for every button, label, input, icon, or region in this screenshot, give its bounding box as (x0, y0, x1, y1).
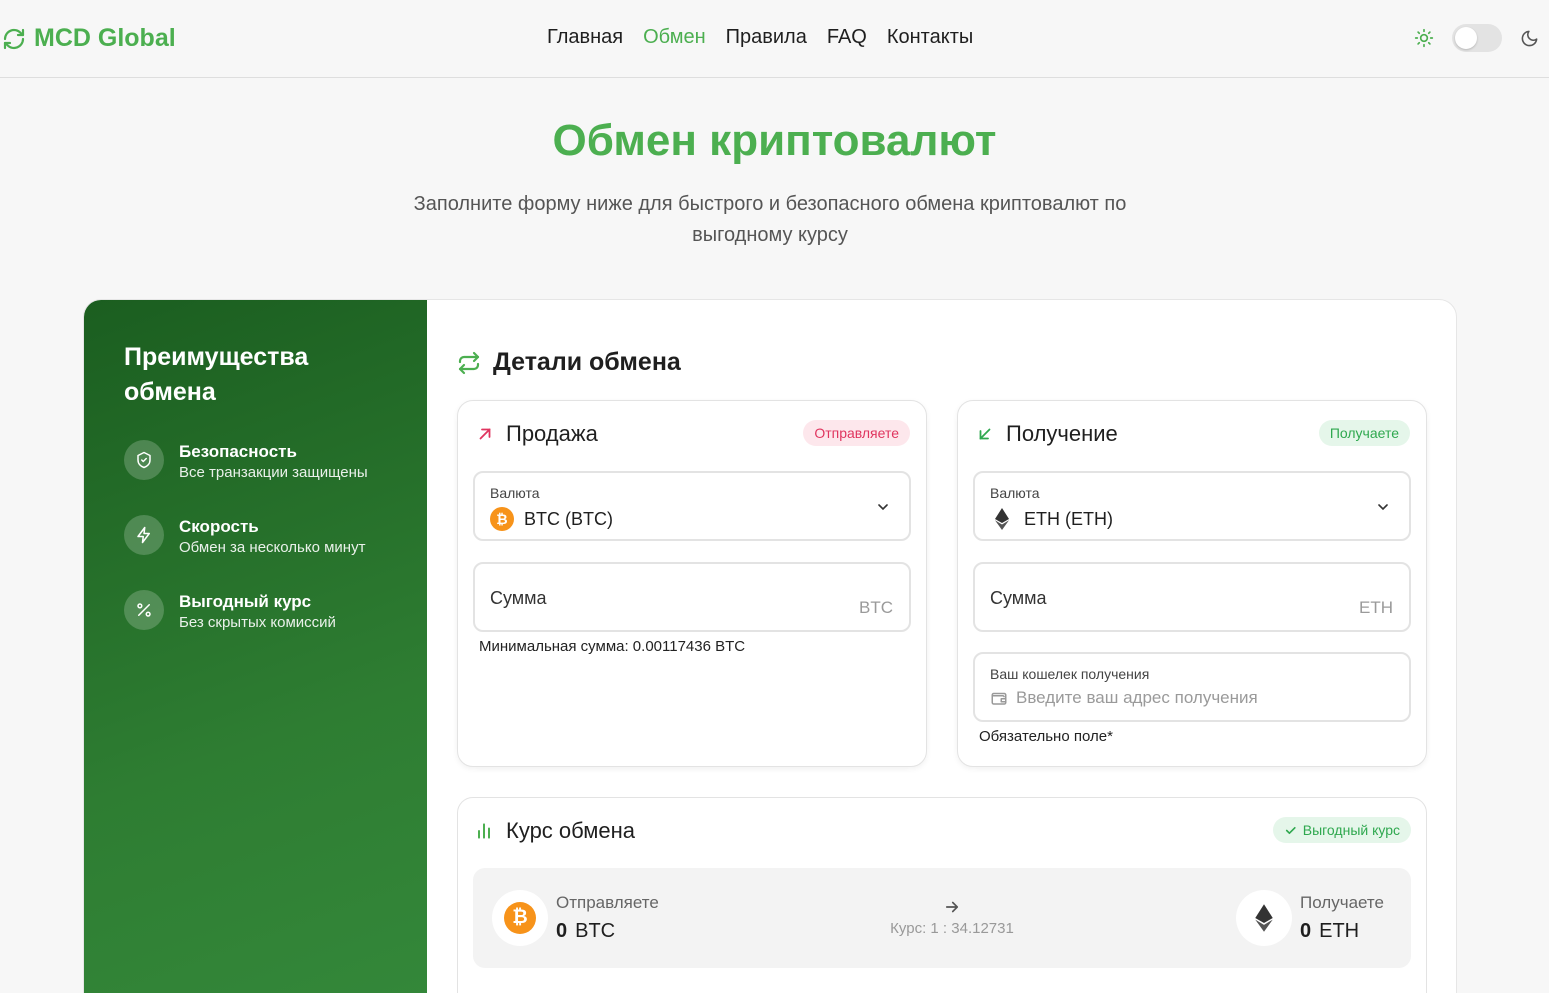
sell-currency-select[interactable]: Валюта ₿ BTC (BTC) (473, 471, 911, 541)
logo[interactable]: MCD Global (2, 24, 176, 53)
amount-placeholder: Сумма (490, 588, 547, 608)
sell-currency-text: BTC (BTC) (524, 508, 613, 529)
refresh-icon (3, 28, 25, 49)
percent-icon (124, 590, 164, 630)
rate-header: Курс обмена (474, 818, 635, 844)
receive-unit: ETH (1319, 920, 1360, 942)
send-unit: BTC (575, 920, 616, 942)
wallet-label: Ваш кошелек получения (990, 666, 1150, 682)
currency-value: ₿ BTC (BTC) (490, 507, 613, 531)
advantage-title: Выгодный курс (179, 592, 312, 611)
shield-icon (124, 440, 164, 480)
amount-unit: BTC (859, 598, 893, 617)
bitcoin-icon: ₿ (490, 507, 514, 531)
theme-switcher (1414, 24, 1539, 52)
receive-panel: Получение Получаете Валюта ETH (ETH) Сум… (957, 400, 1427, 767)
sun-icon (1414, 28, 1434, 48)
good-rate-badge: Выгодный курс (1272, 817, 1411, 843)
bar-chart-icon (478, 823, 490, 839)
advantages-sidebar: Преимущества обмена Безопасность Все тра… (84, 300, 427, 993)
chevron-down-icon (1378, 504, 1388, 511)
nav-contacts[interactable]: Контакты (887, 26, 973, 49)
wallet-placeholder-text: Введите ваш адрес получения (1016, 688, 1258, 707)
moon-icon (1521, 30, 1538, 46)
bitcoin-icon: ₿ (504, 902, 536, 934)
advantage-title: Безопасность (179, 442, 297, 461)
sell-amount-input[interactable]: Сумма BTC (473, 562, 911, 632)
receive-badge: Получаете (1318, 420, 1410, 446)
wallet-icon (991, 692, 1007, 705)
swap-icon (458, 351, 480, 374)
arrow-down-left-icon (979, 428, 991, 440)
rate-panel: Курс обмена Выгодный курс ₿ Отправляете … (457, 797, 1427, 993)
receive-label: Получаете (1300, 893, 1384, 912)
send-coin-circle: ₿ (492, 890, 548, 946)
wallet-placeholder: Введите ваш адрес получения (990, 688, 1258, 708)
arrow-up-right-icon (479, 428, 491, 440)
lightning-icon (124, 515, 164, 555)
wallet-address-input[interactable]: Ваш кошелек получения Введите ваш адрес … (973, 652, 1411, 722)
send-value: 0 BTC (556, 920, 615, 943)
advantage-subtitle: Все транзакции защищены (179, 464, 368, 481)
send-amount: 0 (556, 920, 568, 942)
receive-amount: 0 (1300, 920, 1312, 942)
receive-currency-select[interactable]: Валюта ETH (ETH) (973, 471, 1411, 541)
nav-home[interactable]: Главная (547, 26, 623, 49)
rate-center: Курс: 1 : 34.12731 (889, 898, 1015, 937)
details-title-text: Детали обмена (493, 348, 681, 376)
page-subtitle: Заполните форму ниже для быстрого и безо… (413, 193, 1127, 246)
min-amount-note: Минимальная сумма: 0.00117436 BTC (479, 638, 746, 655)
rate-text: Курс: 1 : 34.12731 (890, 920, 1014, 937)
logo-text: MCD Global (34, 24, 176, 52)
advantage-speed: Скорость Обмен за несколько минут (124, 515, 365, 556)
header: MCD Global Главная Обмен Правила FAQ Кон… (0, 0, 1549, 78)
receive-coin-circle (1236, 890, 1292, 946)
amount-placeholder: Сумма (990, 588, 1047, 608)
nav-exchange[interactable]: Обмен (643, 26, 706, 49)
amount-unit: ETH (1359, 598, 1393, 617)
chevron-down-icon (878, 504, 888, 511)
required-note: Обязательно поле* (979, 728, 1113, 745)
exchange-card: Преимущества обмена Безопасность Все тра… (83, 299, 1457, 993)
theme-toggle[interactable] (1452, 24, 1502, 52)
nav-rules[interactable]: Правила (726, 26, 807, 49)
rate-summary: ₿ Отправляете 0 BTC Курс: 1 : 34.12731 По… (473, 868, 1411, 968)
good-rate-text: Выгодный курс (1302, 822, 1400, 838)
check-icon (1285, 826, 1296, 834)
sell-panel: Продажа Отправляете Валюта ₿ BTC (BTC) С… (457, 400, 927, 767)
receive-amount-input[interactable]: Сумма ETH (973, 562, 1411, 632)
arrow-right-icon (945, 901, 959, 913)
toggle-knob (1455, 27, 1477, 49)
receive-title: Получение (1006, 421, 1118, 446)
sell-title: Продажа (506, 421, 598, 446)
send-label: Отправляете (556, 893, 659, 912)
main-nav: Главная Обмен Правила FAQ Контакты (547, 26, 973, 49)
ethereum-icon (995, 508, 1009, 530)
advantages-title: Преимущества обмена (124, 343, 309, 406)
advantage-security: Безопасность Все транзакции защищены (124, 440, 368, 481)
currency-label: Валюта (990, 485, 1040, 501)
send-badge: Отправляете (803, 420, 910, 446)
currency-value: ETH (ETH) (990, 507, 1113, 531)
advantage-subtitle: Обмен за несколько минут (179, 539, 366, 556)
ethereum-icon (1255, 904, 1273, 932)
rate-title: Курс обмена (506, 818, 636, 843)
receive-header: Получение (976, 421, 1118, 447)
receive-currency-text: ETH (ETH) (1024, 508, 1113, 529)
advantage-rate: Выгодный курс Без скрытых комиссий (124, 590, 336, 631)
receive-value: 0 ETH (1300, 920, 1359, 943)
nav-faq[interactable]: FAQ (827, 26, 867, 49)
advantage-title: Скорость (179, 517, 259, 536)
details-title: Детали обмена (457, 348, 681, 377)
currency-label: Валюта (490, 485, 540, 501)
page-title: Обмен криптовалют (552, 116, 997, 165)
advantage-subtitle: Без скрытых комиссий (179, 614, 336, 631)
sell-header: Продажа (476, 421, 598, 447)
